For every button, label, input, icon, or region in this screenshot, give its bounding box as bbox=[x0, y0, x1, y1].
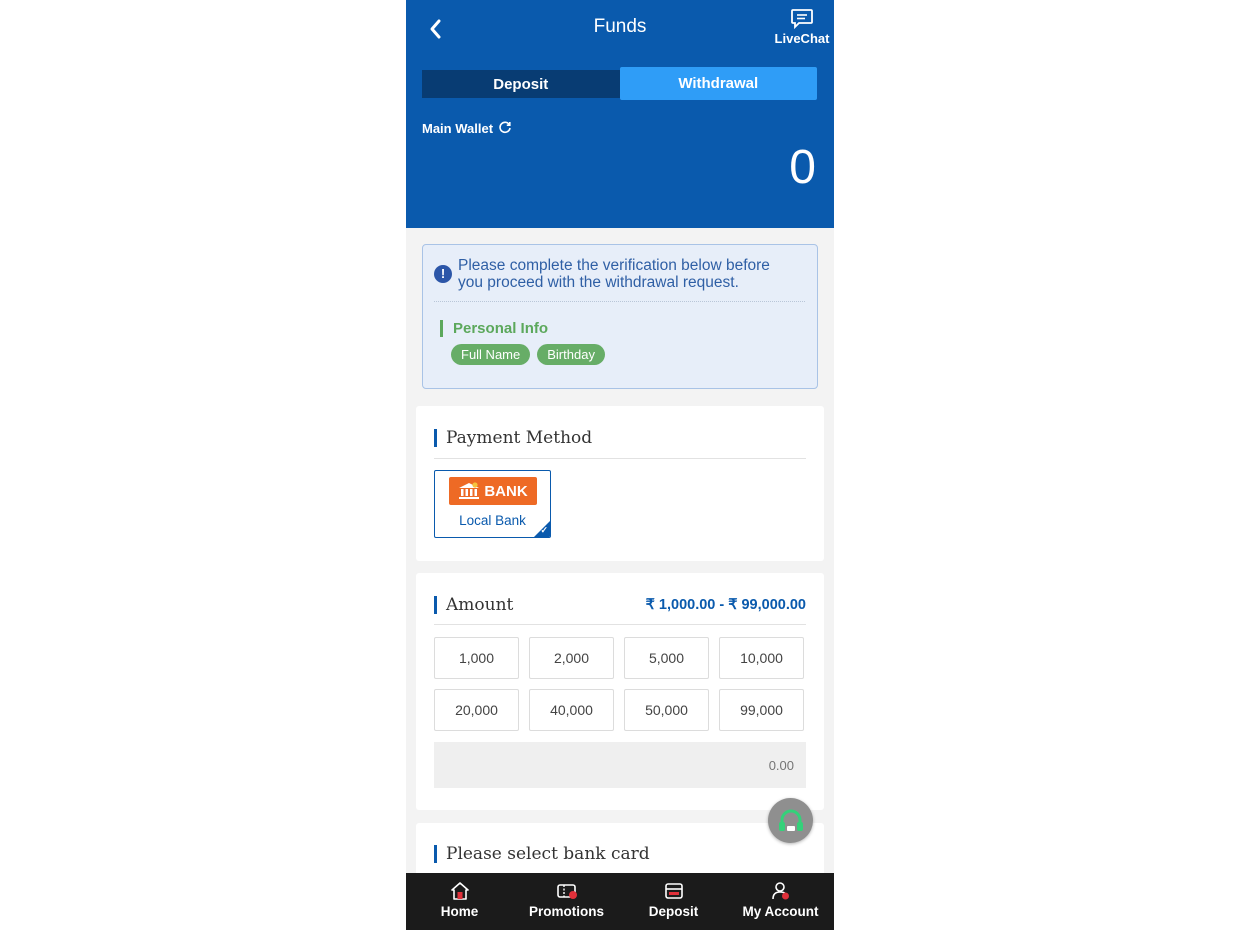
amount-preset-button[interactable]: 50,000 bbox=[624, 689, 709, 731]
amount-preset-button[interactable]: 20,000 bbox=[434, 689, 519, 731]
divider bbox=[434, 458, 806, 459]
local-bank-option[interactable]: BANK Local Bank ✓ bbox=[434, 470, 551, 538]
phone-screen: Funds LiveChat Deposit Withdrawal Main W… bbox=[406, 0, 834, 930]
amount-range: ₹ 1,000.00 - ₹ 99,000.00 bbox=[645, 597, 806, 613]
wallet-balance: 0 bbox=[789, 141, 816, 194]
account-icon bbox=[771, 882, 789, 900]
nav-deposit[interactable]: Deposit bbox=[620, 873, 727, 930]
amount-preset-button[interactable]: 5,000 bbox=[624, 637, 709, 679]
headset-icon bbox=[778, 809, 803, 831]
amount-preset-button[interactable]: 40,000 bbox=[529, 689, 614, 731]
nav-promotions[interactable]: Promotions bbox=[513, 873, 620, 930]
wallet-label: Main Wallet bbox=[422, 121, 494, 136]
payment-method-title: Payment Method bbox=[434, 429, 592, 447]
main-wallet: Main Wallet bbox=[422, 120, 512, 137]
amount-preset-button[interactable]: 99,000 bbox=[719, 689, 804, 731]
bank-logo-text: BANK bbox=[484, 482, 528, 500]
home-icon bbox=[450, 882, 469, 900]
local-bank-label: Local Bank bbox=[459, 513, 526, 528]
amount-preset-button[interactable]: 10,000 bbox=[719, 637, 804, 679]
amount-preset-button[interactable]: 2,000 bbox=[529, 637, 614, 679]
info-icon: ! bbox=[434, 265, 452, 283]
page-title: Funds bbox=[593, 16, 647, 37]
nav-deposit-label: Deposit bbox=[648, 904, 699, 919]
chip-birthday[interactable]: Birthday bbox=[537, 344, 605, 365]
deposit-icon bbox=[664, 883, 683, 899]
verification-chips: Full Name Birthday bbox=[451, 344, 605, 365]
nav-my-account[interactable]: My Account bbox=[727, 873, 834, 930]
livechat-label: LiveChat bbox=[774, 31, 830, 46]
customer-support-button[interactable] bbox=[768, 798, 813, 843]
personal-info-heading: Personal Info bbox=[440, 320, 548, 337]
header: Funds LiveChat Deposit Withdrawal Main W… bbox=[406, 0, 834, 228]
amount-input[interactable] bbox=[434, 742, 806, 788]
funds-tabs: Deposit Withdrawal bbox=[422, 67, 817, 100]
payment-method-card: Payment Method BANK Local Bank ✓ bbox=[416, 406, 824, 561]
bank-building-icon bbox=[459, 482, 480, 499]
bank-logo: BANK bbox=[449, 477, 537, 505]
verification-text: Please complete the verification below b… bbox=[458, 257, 770, 291]
tab-withdrawal[interactable]: Withdrawal bbox=[619, 67, 817, 100]
refresh-icon[interactable] bbox=[498, 120, 512, 137]
nav-home-label: Home bbox=[440, 904, 479, 919]
amount-title: Amount bbox=[434, 596, 513, 614]
livechat-button[interactable]: LiveChat bbox=[772, 8, 832, 46]
bank-card-title: Please select bank card bbox=[434, 845, 650, 863]
check-icon: ✓ bbox=[540, 525, 548, 535]
nav-my-account-label: My Account bbox=[742, 904, 819, 919]
nav-promotions-label: Promotions bbox=[528, 904, 604, 919]
amount-presets: 1,000 2,000 5,000 10,000 20,000 40,000 5… bbox=[434, 637, 806, 731]
divider bbox=[434, 301, 805, 302]
verification-message: ! Please complete the verification below… bbox=[434, 257, 797, 291]
chat-icon bbox=[791, 9, 813, 30]
promotions-icon bbox=[556, 884, 577, 899]
chip-full-name[interactable]: Full Name bbox=[451, 344, 531, 365]
divider bbox=[434, 624, 806, 625]
verification-notice: ! Please complete the verification below… bbox=[422, 244, 818, 389]
amount-preset-button[interactable]: 1,000 bbox=[434, 637, 519, 679]
tab-deposit[interactable]: Deposit bbox=[422, 70, 620, 98]
bottom-navigation: Home Promotions Deposit My Account bbox=[406, 873, 834, 930]
amount-card: Amount ₹ 1,000.00 - ₹ 99,000.00 1,000 2,… bbox=[416, 573, 824, 810]
nav-home[interactable]: Home bbox=[406, 873, 513, 930]
